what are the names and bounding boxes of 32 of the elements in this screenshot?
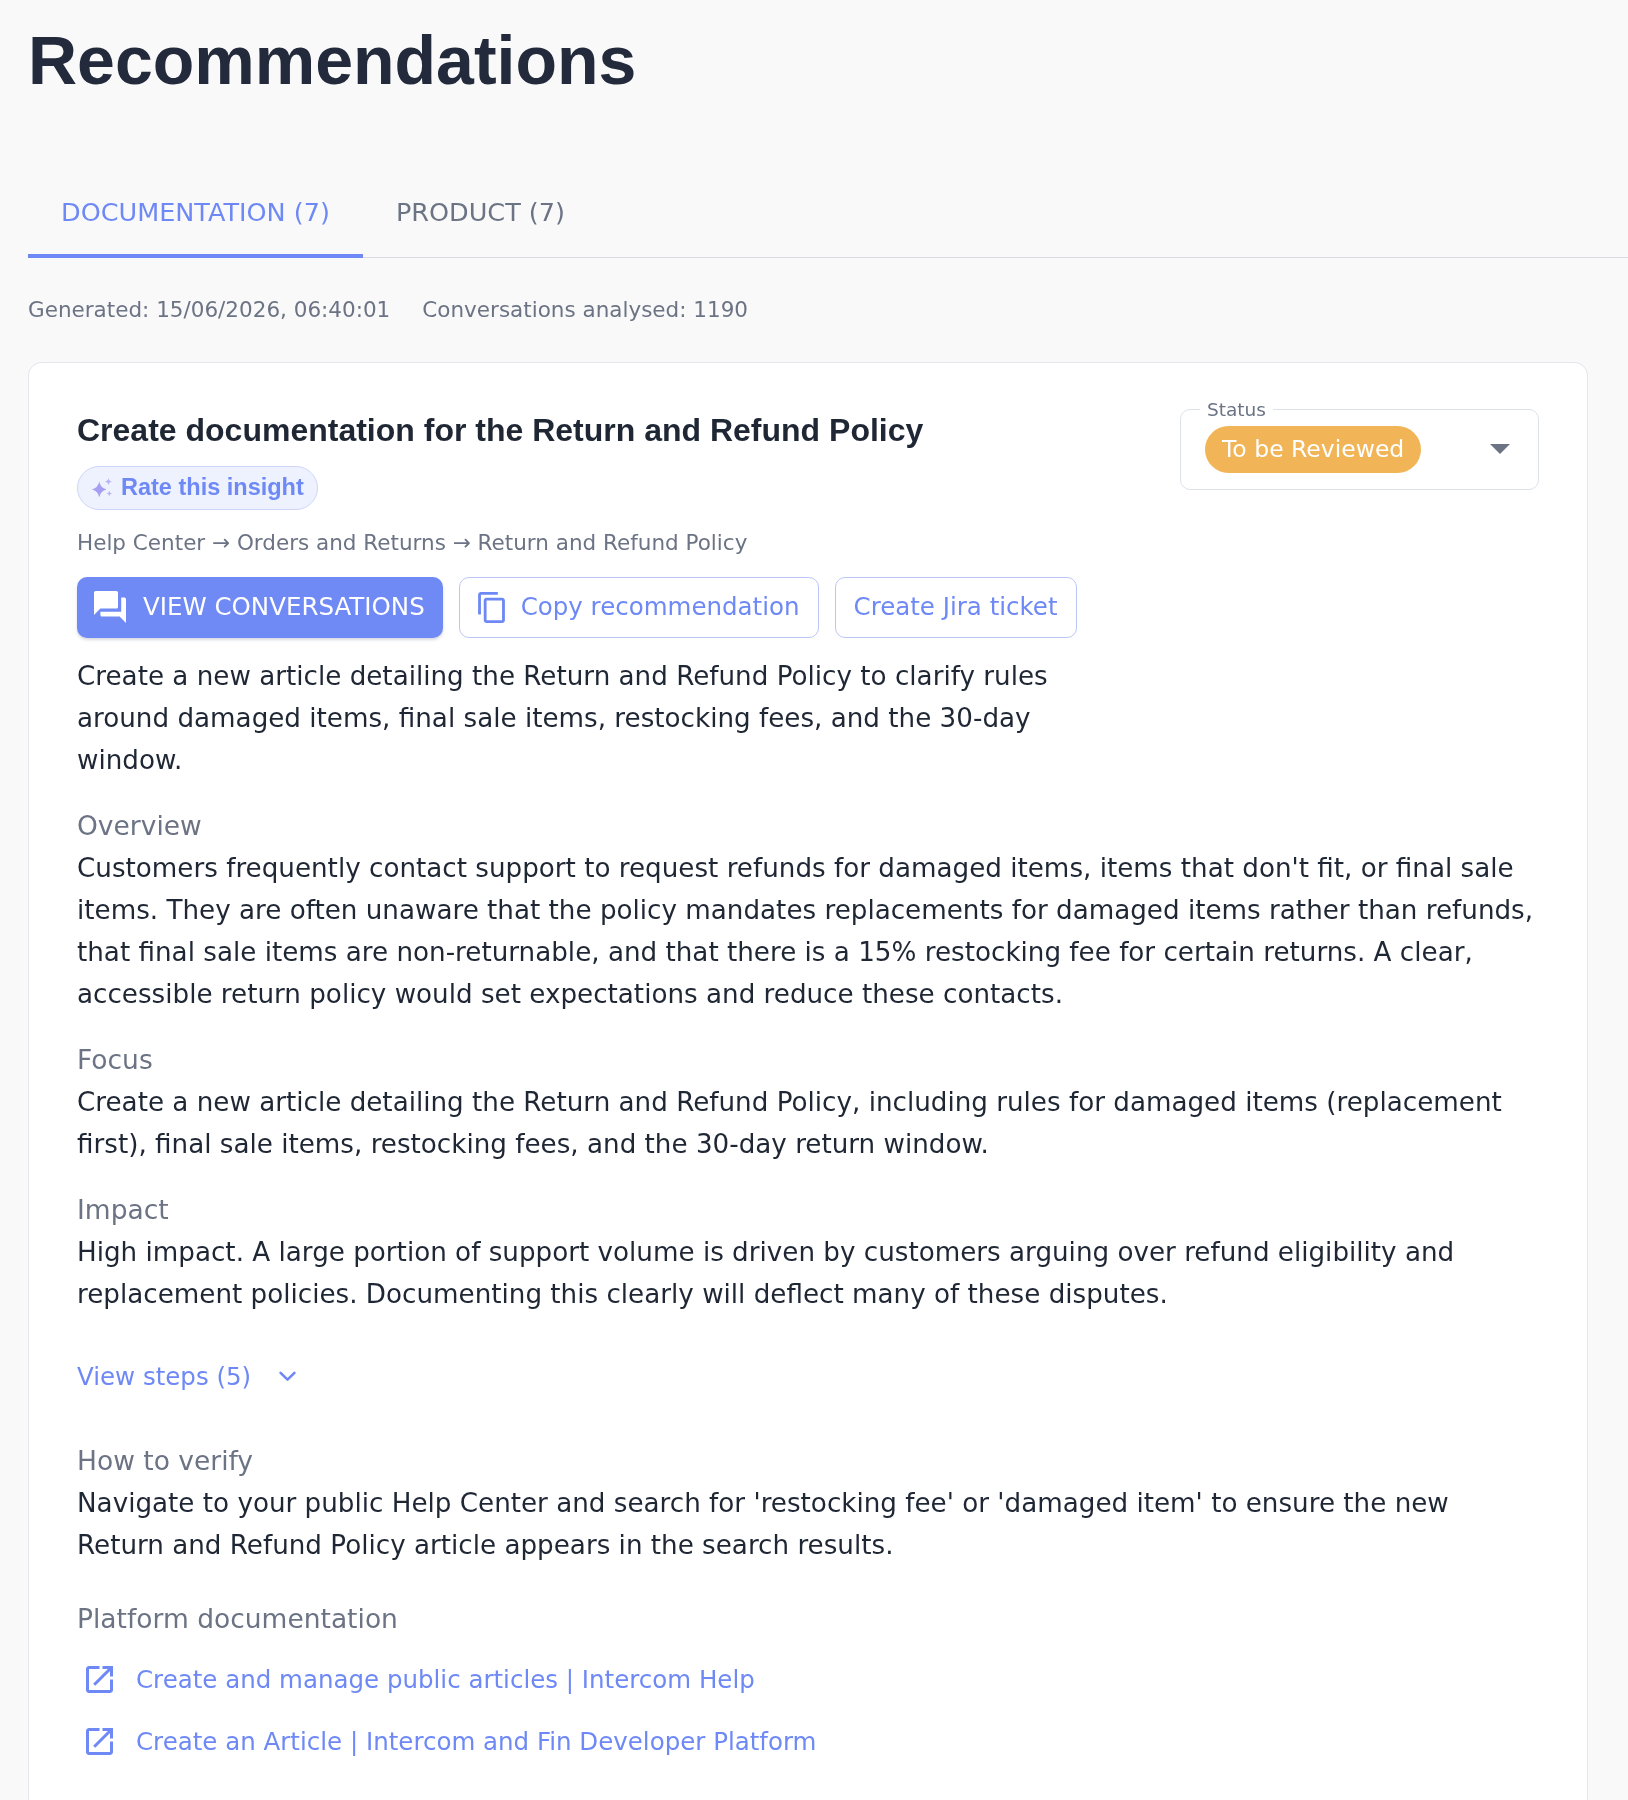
summary-text: Create a new article detailing the Return and Refund Policy to clarify rules around damaged items, final sale items, restocking fees, and the 30-day window.	[77, 659, 1049, 777]
copy-icon	[477, 591, 505, 623]
external-link-icon	[86, 1666, 113, 1693]
status-label: Status	[1206, 399, 1267, 419]
view-conversations-button[interactable]: VIEW CONVERSATIONS	[77, 576, 443, 638]
doc-link[interactable]: Create an Article | Intercom and Fin Developer Platform	[77, 1720, 817, 1763]
copy-recommendation-button[interactable]: Copy recommendation	[458, 576, 819, 638]
doc-link[interactable]: Create and manage public articles | Intercom Help	[77, 1658, 755, 1701]
tab[interactable]: PRODUCT (7)	[362, 167, 598, 258]
sparkle-icon	[91, 476, 113, 499]
caret-down-icon	[1490, 444, 1510, 454]
generated-timestamp: Generated: 15/06/2026, 06:40:01	[28, 295, 391, 324]
rate-insight-button[interactable]: Rate this insight	[77, 465, 318, 510]
tab[interactable]: DOCUMENTATION (7)	[28, 167, 363, 258]
section-heading: How to verify	[77, 1443, 255, 1478]
conversations-count: Conversations analysed: 1190	[422, 295, 749, 324]
external-link-icon	[86, 1728, 113, 1755]
section-heading: Overview	[77, 808, 203, 843]
create-ticket-button[interactable]: Create Jira ticket	[834, 576, 1077, 638]
status-pill: To be Reviewed	[1205, 425, 1422, 473]
card-title: Create documentation for the Return and Refund Policy	[77, 410, 925, 449]
section-text: Navigate to your public Help Center and search for 'restocking fee' or 'damaged item' to ensure the new Return and Refund Policy article appears in the search results.	[77, 1486, 1450, 1562]
view-steps-toggle[interactable]: View steps (5)	[77, 1355, 297, 1398]
page-title: Recommendations	[28, 21, 637, 100]
chat-icon	[93, 591, 127, 623]
section-text: Customers frequently contact support to request refunds for damaged items, items that don't fit, or final sale items. They are often unaware that the policy mandates replacements for damaged items rather than refunds, that final sale items are non-returnable, and that there is a 15% restocking fee for certain returns. A clear, accessible return policy would set expectations and reduce these contacts.	[77, 851, 1535, 1011]
section-heading: Impact	[77, 1192, 170, 1227]
section-heading: Platform documentation	[77, 1601, 399, 1636]
breadcrumb-text: Help Center → Orders and Returns → Return and Refund Policy	[77, 528, 749, 557]
section-heading: Focus	[77, 1042, 154, 1077]
section-text: High impact. A large portion of support volume is driven by customers arguing over refund eligibility and replacement policies. Documenting this clearly will deflect many of these disputes.	[77, 1235, 1456, 1311]
section-text: Create a new article detailing the Return and Refund Policy, including rules for damaged items (replacement first), final sale items, restocking fees, and the 30-day return window.	[77, 1085, 1503, 1161]
